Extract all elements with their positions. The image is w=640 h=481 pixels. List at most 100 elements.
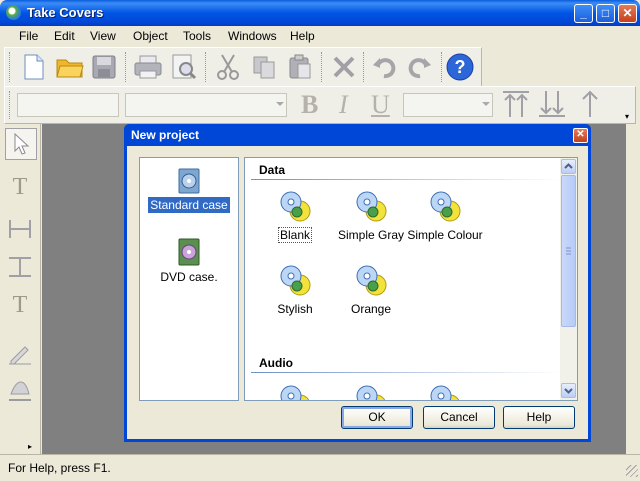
cd-icon bbox=[430, 191, 461, 222]
template-simple-colour[interactable]: Simple Colour bbox=[405, 190, 485, 243]
template-simple-gray[interactable]: Simple Gray bbox=[331, 190, 411, 243]
workspace-scrollbar[interactable] bbox=[626, 124, 640, 454]
template-label: Simple Colour bbox=[407, 228, 483, 242]
toolbar-grip[interactable] bbox=[9, 52, 14, 82]
italic-button[interactable]: I bbox=[339, 92, 348, 118]
help-button[interactable]: Help bbox=[503, 406, 575, 429]
maximize-button[interactable]: □ bbox=[596, 4, 615, 23]
redo-icon[interactable] bbox=[405, 52, 435, 82]
menu-windows[interactable]: Windows bbox=[228, 29, 277, 43]
template-stylish[interactable]: Stylish bbox=[255, 264, 335, 317]
category-label: Standard case bbox=[148, 197, 230, 213]
section-heading-audio: Audio bbox=[259, 356, 293, 370]
scroll-down-button[interactable] bbox=[561, 383, 576, 398]
dialog-close-button[interactable]: ✕ bbox=[573, 128, 588, 143]
underline-button[interactable]: U bbox=[371, 92, 390, 118]
close-icon: ✕ bbox=[576, 129, 585, 140]
new-project-dialog: New project ✕ Standard case DVD case. Da… bbox=[124, 124, 591, 442]
print-preview-icon[interactable] bbox=[169, 52, 199, 82]
menu-help[interactable]: Help bbox=[290, 29, 315, 43]
title-bar[interactable]: Take Covers _ □ ✕ bbox=[0, 0, 640, 26]
category-standard-case[interactable]: Standard case bbox=[140, 168, 238, 213]
align-bottom-icon[interactable] bbox=[537, 89, 567, 119]
section-divider bbox=[251, 372, 561, 373]
style-dropdown[interactable] bbox=[403, 93, 493, 117]
template-label: Simple Gray bbox=[337, 228, 405, 242]
font-family-dropdown[interactable] bbox=[125, 93, 287, 117]
chevron-down-icon bbox=[276, 102, 284, 106]
toolbar-separator bbox=[363, 52, 368, 82]
toolbar-grip[interactable] bbox=[9, 91, 14, 119]
section-heading-data: Data bbox=[259, 163, 286, 177]
copy-icon[interactable] bbox=[249, 52, 279, 82]
font-size-field[interactable] bbox=[17, 93, 119, 117]
bold-button[interactable]: B bbox=[301, 92, 318, 118]
pen-tool-icon[interactable] bbox=[5, 338, 35, 368]
close-icon: ✕ bbox=[622, 6, 633, 20]
undo-icon[interactable] bbox=[369, 52, 399, 82]
help-icon[interactable]: ? bbox=[445, 52, 475, 82]
new-file-icon[interactable] bbox=[19, 52, 49, 82]
image-tool-icon[interactable] bbox=[5, 374, 35, 404]
template-audio-item[interactable] bbox=[331, 384, 411, 400]
category-list: Standard case DVD case. bbox=[139, 157, 239, 401]
dialog-body: Standard case DVD case. Data Blank Simpl… bbox=[127, 146, 588, 439]
template-orange[interactable]: Orange bbox=[331, 264, 411, 317]
toolbar-separator bbox=[125, 52, 130, 82]
window-title: Take Covers bbox=[27, 5, 104, 20]
cd-icon bbox=[430, 385, 460, 400]
text-frame-tool-icon[interactable]: T bbox=[5, 290, 35, 320]
app-icon bbox=[6, 5, 21, 20]
template-audio-item[interactable] bbox=[255, 384, 335, 400]
align-top-icon[interactable] bbox=[501, 89, 531, 119]
dvd-case-icon bbox=[178, 238, 200, 266]
scroll-thumb[interactable] bbox=[561, 175, 576, 327]
template-blank[interactable]: Blank bbox=[255, 190, 335, 243]
template-label: Stylish bbox=[277, 302, 313, 316]
template-list: Data Blank Simple Gray Simple Colour Sty… bbox=[244, 157, 578, 401]
cd-icon bbox=[280, 385, 310, 400]
section-divider bbox=[251, 179, 561, 180]
tool-palette: T T ▸ bbox=[0, 124, 41, 454]
cd-icon bbox=[356, 265, 387, 296]
scroll-up-button[interactable] bbox=[561, 159, 576, 174]
status-bar: For Help, press F1. bbox=[0, 454, 640, 481]
svg-text:?: ? bbox=[455, 57, 466, 77]
template-scrollbar[interactable] bbox=[560, 158, 577, 400]
standard-toolbar: ? bbox=[4, 47, 482, 87]
open-folder-icon[interactable] bbox=[55, 52, 85, 82]
horizontal-text-tool-icon[interactable] bbox=[5, 214, 35, 244]
cd-icon bbox=[280, 191, 311, 222]
category-dvd-case[interactable]: DVD case. bbox=[140, 238, 238, 285]
print-icon[interactable] bbox=[133, 52, 163, 82]
paste-icon[interactable] bbox=[285, 52, 315, 82]
template-label: Orange bbox=[350, 302, 392, 316]
save-icon[interactable] bbox=[89, 52, 119, 82]
arrow-up-icon[interactable] bbox=[575, 89, 605, 119]
chevron-down-icon bbox=[482, 102, 490, 106]
delete-icon[interactable] bbox=[329, 52, 359, 82]
menu-view[interactable]: View bbox=[90, 29, 116, 43]
cancel-button[interactable]: Cancel bbox=[423, 406, 495, 429]
status-text: For Help, press F1. bbox=[8, 461, 111, 475]
menu-edit[interactable]: Edit bbox=[54, 29, 75, 43]
palette-scroll-arrow-icon[interactable]: ▸ bbox=[28, 442, 38, 452]
template-label: Blank bbox=[277, 227, 313, 243]
menu-file[interactable]: File bbox=[19, 29, 38, 43]
format-toolbar: B I U ▾ bbox=[4, 86, 636, 124]
resize-grip-icon[interactable] bbox=[626, 465, 638, 477]
pointer-tool-icon[interactable] bbox=[5, 128, 37, 160]
ok-button[interactable]: OK bbox=[341, 406, 413, 429]
minimize-button[interactable]: _ bbox=[574, 4, 593, 23]
text-tool-icon[interactable]: T bbox=[5, 172, 35, 202]
vertical-text-tool-icon[interactable] bbox=[5, 252, 35, 282]
maximize-icon: □ bbox=[601, 6, 610, 20]
cd-icon bbox=[280, 265, 311, 296]
menu-tools[interactable]: Tools bbox=[183, 29, 211, 43]
template-audio-item[interactable] bbox=[405, 384, 485, 400]
close-button[interactable]: ✕ bbox=[618, 4, 637, 23]
menu-object[interactable]: Object bbox=[133, 29, 168, 43]
toolbar-overflow-icon[interactable]: ▾ bbox=[625, 113, 633, 121]
cut-icon[interactable] bbox=[213, 52, 243, 82]
cd-icon bbox=[356, 385, 386, 400]
